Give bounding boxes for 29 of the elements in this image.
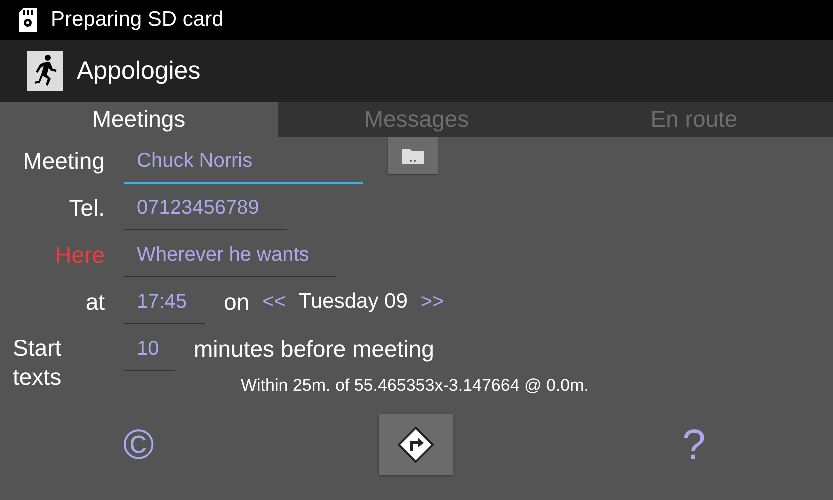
- input-field[interactable]: Chuck Norris: [124, 143, 363, 184]
- minutes-field[interactable]: 10: [124, 331, 175, 371]
- directions-button[interactable]: [379, 414, 454, 475]
- time-field[interactable]: 17:45: [124, 284, 205, 324]
- turn-sign-icon: [397, 426, 436, 464]
- date-text: Tuesday 09: [298, 289, 408, 314]
- on-label: on: [224, 288, 250, 316]
- tab[interactable]: Messages: [278, 102, 556, 137]
- runner-logo-icon: [27, 51, 63, 91]
- location-text: Within 25m. of 55.465353x-3.147664 @ 0.0m.: [240, 376, 590, 396]
- copyright-button[interactable]: ©: [123, 420, 154, 468]
- field-label: at: [84, 288, 105, 317]
- folder-icon: [402, 147, 424, 164]
- previous-day-link[interactable]: <<: [262, 284, 286, 314]
- notification-text: Preparing SD card: [51, 8, 224, 32]
- minutes-label: minutes before meeting: [194, 335, 434, 363]
- tab[interactable]: Meetings: [0, 102, 278, 137]
- browse-button[interactable]: [388, 137, 438, 174]
- field-label: Meeting: [22, 147, 105, 176]
- help-button[interactable]: ?: [682, 420, 706, 468]
- input-field[interactable]: Wherever he wants: [124, 237, 336, 277]
- app-title: Appologies: [77, 56, 201, 86]
- tab[interactable]: En route: [556, 102, 833, 137]
- field-label: Tel.: [68, 194, 105, 223]
- input-field[interactable]: 07123456789: [124, 190, 287, 230]
- field-label: Here: [54, 241, 105, 270]
- field-label: Start texts: [13, 334, 63, 392]
- next-day-link[interactable]: >>: [420, 284, 444, 314]
- sd-card-icon: [19, 8, 37, 32]
